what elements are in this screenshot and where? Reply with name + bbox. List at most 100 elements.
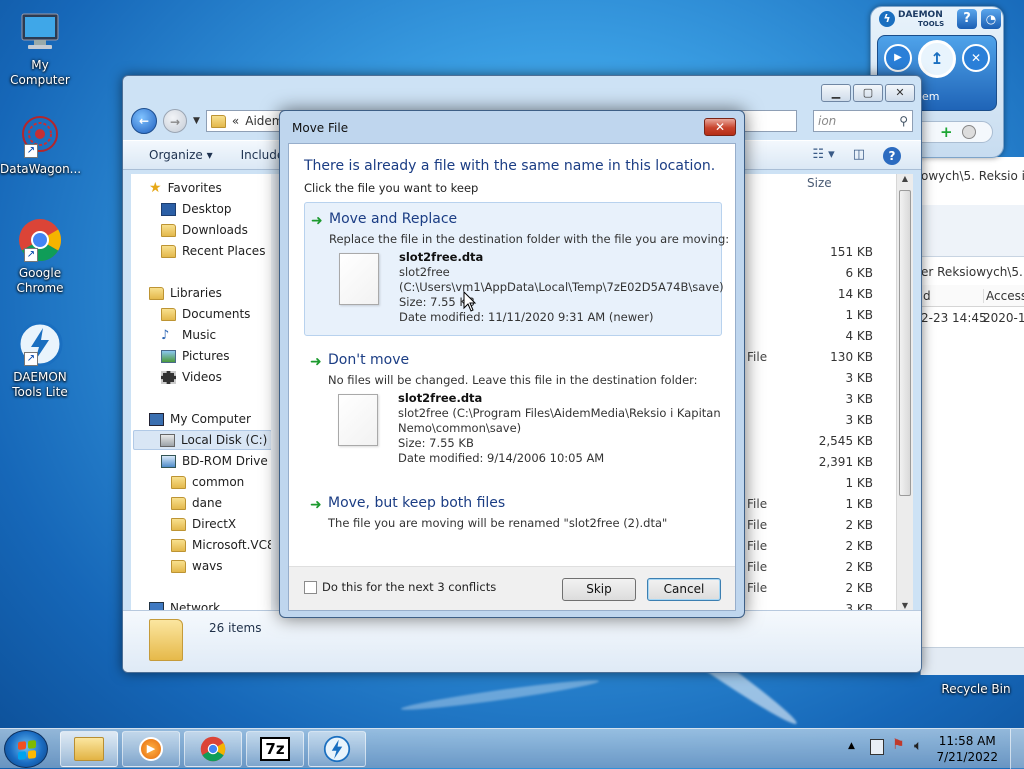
maximize-button[interactable]: ▢: [853, 84, 883, 102]
nav-favorites[interactable]: ★ Favorites: [149, 178, 222, 198]
daemon-disc-icon[interactable]: ↥: [918, 40, 956, 78]
nav-downloads[interactable]: Downloads: [161, 220, 248, 240]
nav-bdrom-drive[interactable]: BD-ROM Drive (E: [161, 451, 271, 471]
action-center-flag-icon[interactable]: ⚑: [892, 737, 905, 753]
minimize-button[interactable]: ▁: [821, 84, 851, 102]
recent-places-icon: [161, 244, 176, 258]
nav-label: Favorites: [167, 181, 222, 195]
pictures-icon: [161, 349, 176, 363]
nav-libraries[interactable]: Libraries: [149, 283, 222, 303]
nav-recent-places[interactable]: Recent Places: [161, 241, 265, 261]
network-tray-icon[interactable]: [870, 739, 884, 755]
daemon-drive-icon[interactable]: [962, 125, 976, 139]
scroll-thumb[interactable]: [899, 190, 911, 496]
move-file-dialog[interactable]: Move File ✕ There is already a file with…: [279, 110, 745, 618]
nav-documents[interactable]: Documents: [161, 304, 250, 324]
skip-button[interactable]: Skip: [562, 578, 636, 601]
taskbar-7zip-button[interactable]: 7z: [246, 731, 304, 767]
search-icon[interactable]: ⚲: [899, 111, 908, 131]
column-header-size[interactable]: Size: [807, 176, 832, 190]
folder-large-icon: [149, 619, 183, 661]
include-in-library-button[interactable]: Include: [241, 148, 285, 162]
bg-col-accessed[interactable]: Accesse: [983, 289, 1024, 303]
cancel-button[interactable]: Cancel: [647, 578, 721, 601]
nav-pictures[interactable]: Pictures: [161, 346, 230, 366]
taskbar-explorer-button[interactable]: [60, 731, 118, 767]
desktop-icon-recycle-bin-label[interactable]: Recycle Bin: [936, 682, 1016, 697]
clock[interactable]: 11:58 AM 7/21/2022: [936, 733, 998, 765]
option-dont-move[interactable]: ➜ Don't move No files will be changed. L…: [304, 344, 722, 478]
rss-icon[interactable]: ◔: [981, 9, 1001, 29]
file-type: File: [747, 497, 768, 511]
file-size-cell: 3 KB: [845, 392, 873, 406]
file-location: slot2free: [399, 265, 450, 279]
start-button[interactable]: [4, 730, 48, 768]
nav-local-disk[interactable]: Local Disk (C:): [133, 430, 271, 450]
dialog-close-button[interactable]: ✕: [704, 118, 736, 136]
file-size-cell: 1 KB: [845, 308, 873, 322]
file-size-cell: 14 KB: [837, 287, 873, 301]
nav-folder-wavs[interactable]: wavs: [171, 556, 223, 576]
checkbox-label: Do this for the next 3 conflicts: [322, 580, 497, 594]
show-desktop-button[interactable]: [1010, 729, 1024, 769]
show-hidden-icons-icon[interactable]: ▲: [848, 741, 855, 751]
vertical-scrollbar[interactable]: ▲ ▼: [896, 174, 913, 610]
daemon-settings-icon[interactable]: ✕: [962, 44, 990, 72]
nav-folder-vc80[interactable]: Microsoft.VC80: [171, 535, 271, 555]
desktop-icon-chrome[interactable]: ↗ Google Chrome: [0, 216, 80, 296]
nav-folder-directx[interactable]: DirectX: [171, 514, 236, 534]
navigation-pane[interactable]: ★ Favorites Desktop Downloads Recent Plac…: [131, 174, 271, 610]
documents-icon: [161, 307, 176, 321]
conflicts-checkbox[interactable]: Do this for the next 3 conflicts: [304, 580, 496, 594]
search-input[interactable]: ion ⚲: [813, 110, 913, 132]
green-arrow-icon: ➜: [310, 497, 322, 513]
close-button[interactable]: ✕: [885, 84, 915, 102]
desktop-icon-my-computer[interactable]: My Computer: [0, 8, 80, 88]
file-type: File: [747, 350, 768, 364]
taskbar-daemon-tools-button[interactable]: [308, 731, 366, 767]
nav-label: Pictures: [182, 349, 230, 363]
view-options-icon[interactable]: ☷ ▾: [812, 147, 834, 165]
file-icon: [339, 253, 379, 305]
scroll-up-icon[interactable]: ▲: [897, 174, 913, 183]
nav-label: Local Disk (C:): [181, 433, 268, 447]
option-keep-both[interactable]: ➜ Move, but keep both files The file you…: [304, 487, 722, 533]
clock-time: 11:58 AM: [938, 734, 996, 748]
file-type: File: [747, 518, 768, 532]
volume-icon[interactable]: 🔈︎: [914, 738, 922, 754]
mouse-cursor-icon: [463, 291, 477, 312]
back-button[interactable]: ←: [131, 108, 157, 134]
nav-videos[interactable]: Videos: [161, 367, 222, 387]
folder-icon: [171, 475, 186, 489]
help-icon[interactable]: ?: [957, 9, 977, 29]
nav-folder-common[interactable]: common: [171, 472, 244, 492]
background-explorer-window[interactable]: owych\5. Reksio i K er Reksiowych\5. Re …: [920, 157, 1024, 675]
daemon-add-icon[interactable]: +: [940, 123, 953, 141]
checkbox-box[interactable]: [304, 580, 317, 594]
desktop-icon-daemon-tools[interactable]: ↗ DAEMON Tools Lite: [0, 320, 80, 400]
taskbar-chrome-button[interactable]: [184, 731, 242, 767]
nav-my-computer[interactable]: My Computer: [149, 409, 251, 429]
file-size-cell: 2 KB: [845, 518, 873, 532]
details-pane: 26 items: [123, 610, 921, 672]
organize-button[interactable]: Organize ▾: [149, 148, 213, 162]
scroll-down-icon[interactable]: ▼: [897, 601, 913, 610]
help-icon[interactable]: ?: [883, 147, 901, 165]
items-count: 26 items: [209, 621, 262, 635]
nav-music[interactable]: ♪ Music: [161, 325, 216, 345]
file-size-cell: 2 KB: [845, 581, 873, 595]
nav-label: common: [192, 475, 245, 489]
recycle-bin-label: Recycle Bin: [941, 682, 1011, 696]
option-move-and-replace[interactable]: ➜ Move and Replace Replace the file in t…: [304, 202, 729, 336]
forward-button[interactable]: →: [163, 109, 187, 133]
nav-desktop[interactable]: Desktop: [161, 199, 232, 219]
recent-pages-dropdown-icon[interactable]: ▼: [193, 116, 200, 126]
option-description: The file you are moving will be renamed …: [328, 516, 668, 530]
preview-pane-icon[interactable]: ◫: [853, 147, 865, 165]
desktop-icon-datawagon[interactable]: ↗ DataWagon...: [0, 112, 81, 177]
daemon-play-icon[interactable]: ▶: [884, 44, 912, 72]
desktop-icon-label: Google Chrome: [16, 266, 64, 295]
nav-network[interactable]: Network: [149, 598, 220, 610]
taskbar-media-player-button[interactable]: ▶: [122, 731, 180, 767]
nav-folder-dane[interactable]: dane: [171, 493, 222, 513]
